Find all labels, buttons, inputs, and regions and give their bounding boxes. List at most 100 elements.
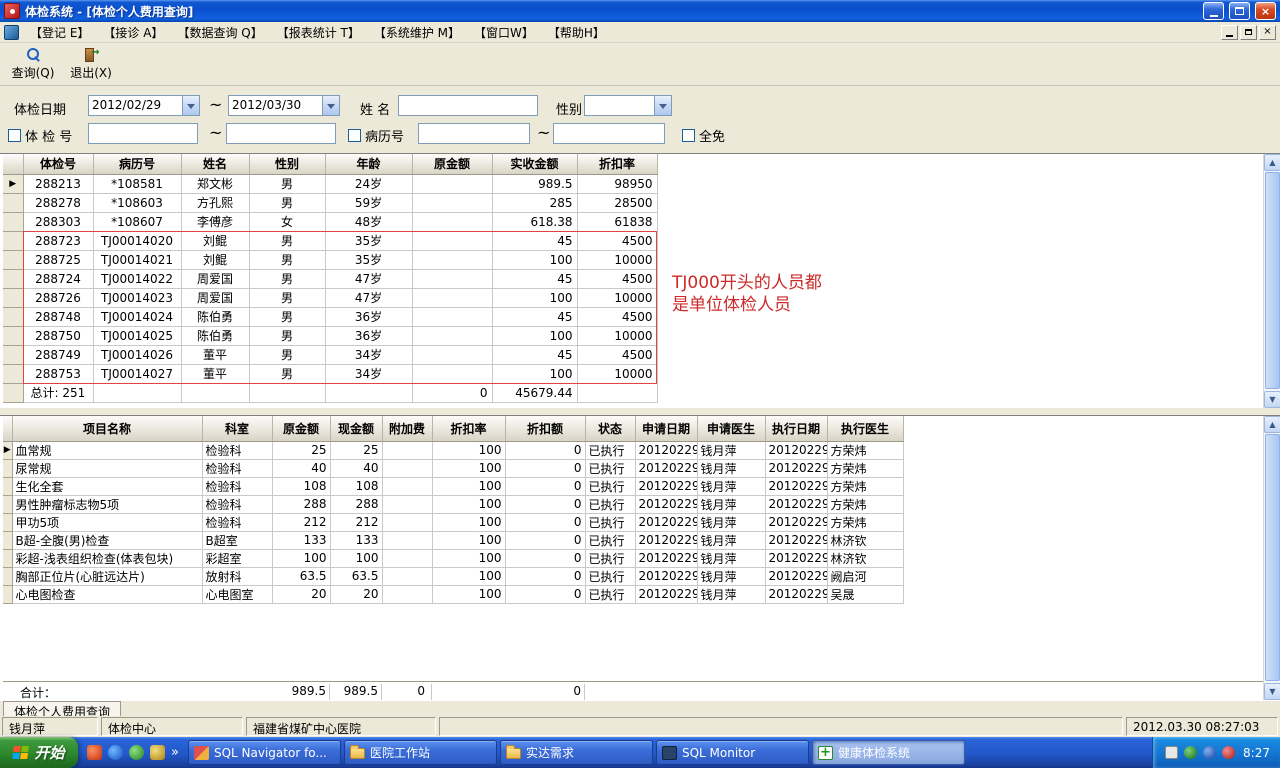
cell[interactable]: 已执行 — [585, 531, 636, 550]
cell[interactable]: 20120229 — [765, 585, 828, 604]
cell[interactable]: 20120229 — [635, 585, 698, 604]
cell[interactable]: 陈伯勇 — [181, 307, 250, 327]
cell[interactable]: 心电图检查 — [12, 585, 203, 604]
cell[interactable]: 男 — [249, 364, 326, 384]
cell[interactable] — [412, 193, 493, 213]
cell[interactable]: 林济钦 — [827, 531, 904, 550]
cell[interactable]: 288753 — [23, 364, 94, 384]
cell[interactable]: 100 — [432, 495, 506, 514]
cell[interactable]: B超室 — [202, 531, 273, 550]
table-row[interactable]: 288278 *108603 方孔熙男 59岁 285 28500 — [3, 193, 658, 213]
cell[interactable]: 0 — [505, 567, 586, 586]
exit-button[interactable]: 退出(X) — [64, 45, 118, 83]
cell[interactable]: 方荣炜 — [827, 513, 904, 532]
table-row[interactable]: 心电图检查 心电图室 20 20 100 0 已执行 20120229 钱月萍 20120229 吴… — [3, 585, 904, 604]
cell[interactable]: 20120229 — [635, 549, 698, 568]
cell[interactable]: 男 — [249, 193, 326, 213]
cell[interactable]: 检验科 — [202, 459, 273, 478]
cell[interactable]: 24岁 — [325, 174, 413, 194]
cell[interactable]: TJ00014026 — [93, 345, 182, 365]
column-header[interactable]: 执行医生 — [827, 416, 904, 442]
cell[interactable]: 检验科 — [202, 441, 273, 460]
cell[interactable]: 288748 — [23, 307, 94, 327]
column-header[interactable]: 病历号 — [93, 154, 182, 175]
tray-antivirus-icon[interactable] — [1222, 746, 1236, 759]
column-header[interactable]: 折扣率 — [577, 154, 658, 175]
cell[interactable] — [412, 250, 493, 270]
cell[interactable]: 133 — [330, 531, 383, 550]
cell[interactable] — [382, 459, 433, 478]
cell[interactable]: 100 — [492, 364, 578, 384]
table-row[interactable]: 甲功5项 检验科 212 212 100 0 已执行 20120229 钱月萍 20120229 方… — [3, 513, 904, 532]
cell[interactable]: 男 — [249, 326, 326, 346]
close-button[interactable]: × — [1255, 2, 1276, 20]
cell[interactable]: 检验科 — [202, 477, 273, 496]
cell[interactable] — [412, 307, 493, 327]
table-row[interactable]: 彩超-浅表组织检查(体表包块) 彩超室 100 100 100 0 已执行 20120229 钱… — [3, 549, 904, 568]
cell[interactable]: 100 — [432, 441, 506, 460]
cell[interactable] — [412, 364, 493, 384]
table-row[interactable]: 胸部正位片(心脏远达片) 放射科 63.5 63.5 100 0 已执行 20120229 钱月… — [3, 567, 904, 586]
cell[interactable]: 方孔熙 — [181, 193, 250, 213]
chevron-down-icon[interactable] — [654, 96, 671, 115]
keyboard-icon[interactable] — [1165, 746, 1179, 759]
table-row[interactable]: 288725 TJ00014021 刘鲲男 35岁 100 10000 — [3, 250, 658, 270]
cell[interactable] — [382, 477, 433, 496]
cell[interactable]: 100 — [330, 549, 383, 568]
cell[interactable]: 0 — [505, 459, 586, 478]
cell[interactable]: 100 — [432, 459, 506, 478]
cell[interactable]: 20120229 — [765, 441, 828, 460]
cell[interactable]: TJ00014024 — [93, 307, 182, 327]
cell[interactable] — [412, 174, 493, 194]
cell[interactable]: 20120229 — [765, 477, 828, 496]
cell[interactable]: 108 — [330, 477, 383, 496]
cell[interactable]: 36岁 — [325, 307, 413, 327]
cell[interactable]: 28500 — [577, 193, 658, 213]
cell[interactable]: 35岁 — [325, 231, 413, 251]
cell[interactable]: 100 — [492, 326, 578, 346]
cell[interactable]: 董平 — [181, 364, 250, 384]
chevron-down-icon[interactable] — [182, 96, 199, 115]
scrollbar-track[interactable]: ▲ ▼ — [1263, 416, 1280, 700]
ie-icon[interactable] — [108, 745, 123, 760]
cell[interactable]: 已执行 — [585, 513, 636, 532]
cell[interactable]: 胸部正位片(心脏远达片) — [12, 567, 203, 586]
exam-no-from-input[interactable] — [88, 123, 198, 144]
cell[interactable]: 288303 — [23, 212, 94, 232]
splitter[interactable] — [0, 408, 1280, 415]
column-header[interactable]: 附加费 — [382, 416, 433, 442]
cell[interactable]: 20120229 — [635, 513, 698, 532]
name-input[interactable] — [398, 95, 538, 116]
cell[interactable]: 方荣炜 — [827, 495, 904, 514]
cell[interactable]: 钱月萍 — [697, 477, 766, 496]
table-row[interactable]: 尿常规 检验科 40 40 100 0 已执行 20120229 钱月萍 20120229 方荣炜 — [3, 459, 904, 478]
menu-reception[interactable]: 【接诊 A】 — [96, 22, 170, 43]
menu-help[interactable]: 【帮助H】 — [541, 22, 612, 43]
cell[interactable]: 108 — [272, 477, 331, 496]
table-row[interactable]: 288753 TJ00014027 董平男 34岁 100 10000 — [3, 364, 658, 384]
cell[interactable] — [382, 495, 433, 514]
cell[interactable]: 10000 — [577, 326, 658, 346]
cell[interactable]: 100 — [432, 513, 506, 532]
cell[interactable]: 0 — [505, 549, 586, 568]
cell[interactable]: 吴晟 — [827, 585, 904, 604]
cell[interactable] — [382, 567, 433, 586]
cell[interactable]: 陈伯勇 — [181, 326, 250, 346]
cell[interactable]: 10000 — [577, 288, 658, 308]
cell[interactable]: 25 — [330, 441, 383, 460]
column-header[interactable]: 折扣率 — [432, 416, 506, 442]
cell[interactable]: 李傅彦 — [181, 212, 250, 232]
cell[interactable]: 刘鲲 — [181, 231, 250, 251]
scrollbar-up-icon[interactable]: ▲ — [1264, 416, 1280, 433]
cell[interactable]: 钱月萍 — [697, 459, 766, 478]
scrollbar-thumb[interactable] — [1265, 434, 1280, 681]
cell[interactable]: 48岁 — [325, 212, 413, 232]
cell[interactable]: 100 — [432, 477, 506, 496]
cell[interactable]: 288724 — [23, 269, 94, 289]
cell[interactable]: 男 — [249, 250, 326, 270]
cell[interactable]: 阙启河 — [827, 567, 904, 586]
gender-combo[interactable] — [584, 95, 672, 116]
table-row[interactable]: 288750 TJ00014025 陈伯勇男 36岁 100 10000 — [3, 326, 658, 346]
cell[interactable]: 20120229 — [635, 567, 698, 586]
cell[interactable]: 47岁 — [325, 269, 413, 289]
